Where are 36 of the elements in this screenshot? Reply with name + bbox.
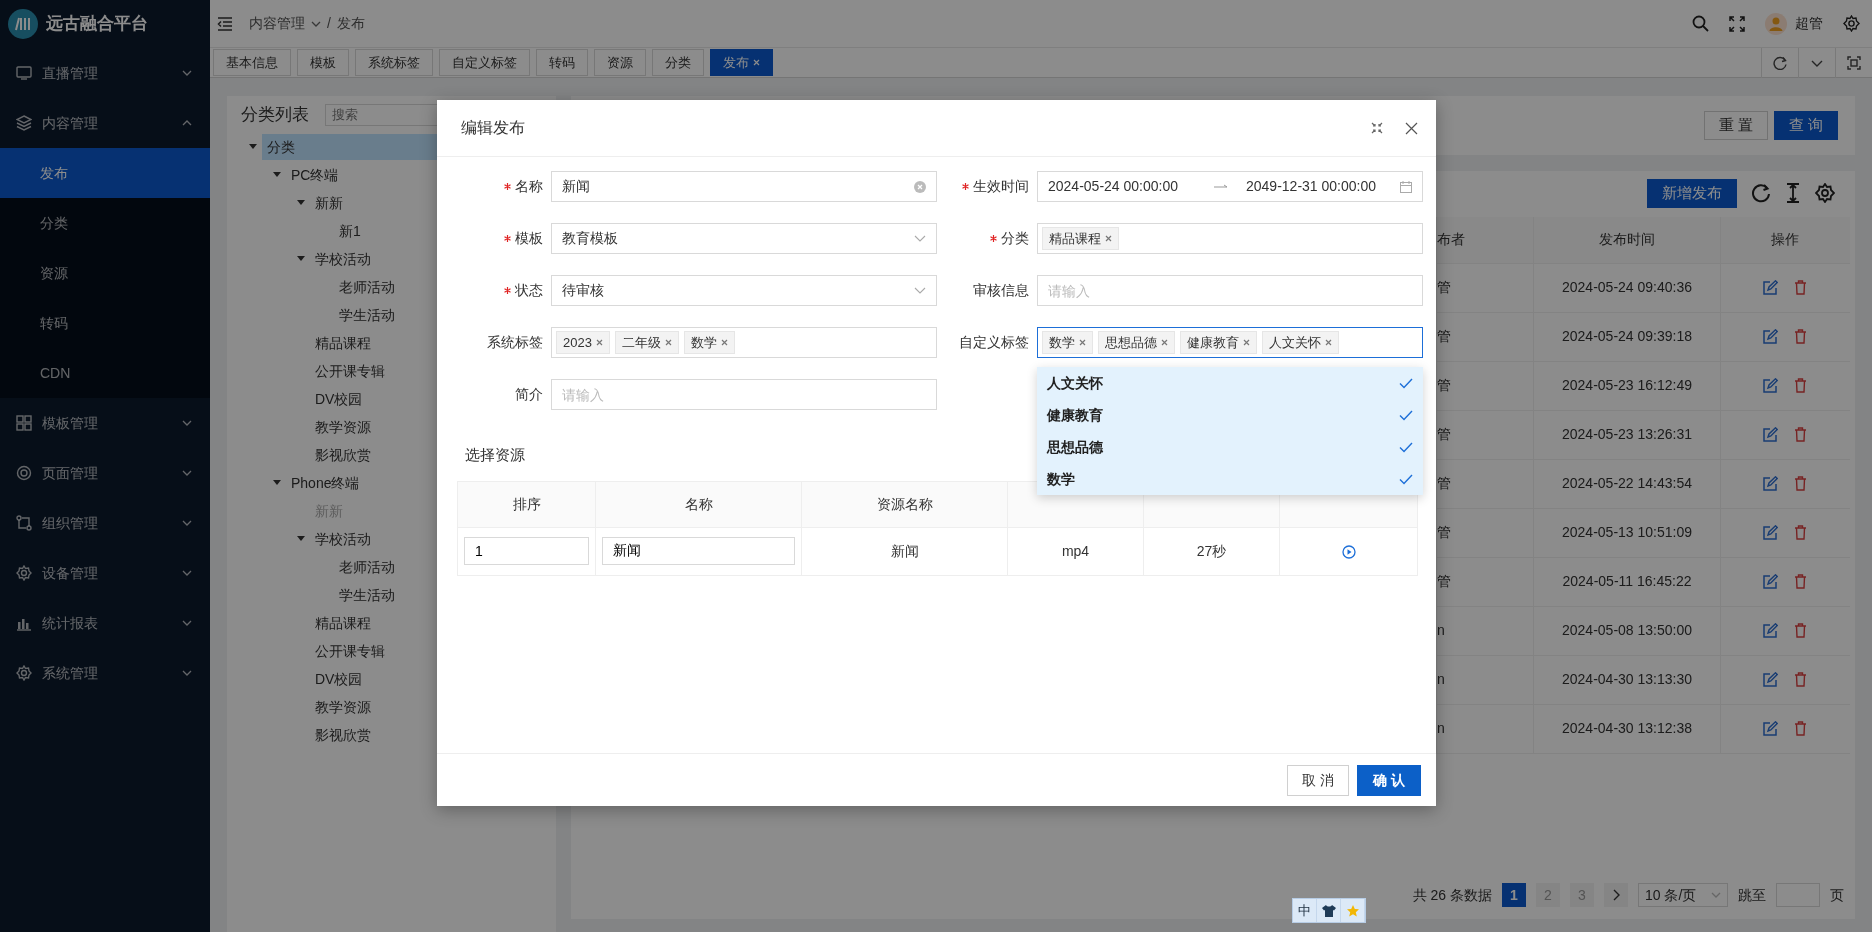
panel-title: 分类列表 [241,103,309,126]
table-cell: 2024-05-24 09:39:18 [1533,312,1721,361]
breadcrumb-current: 发布 [336,14,365,33]
table-cell: 2024-05-23 16:12:49 [1533,361,1721,410]
table-cell: 2024-05-08 13:50:00 [1533,606,1721,655]
field-label: 状态 [515,281,543,300]
table-cell: 2024-04-30 13:13:30 [1533,655,1721,704]
table-cell: 2024-05-24 09:40:36 [1533,263,1721,312]
column-header: 操作 [1720,217,1850,263]
breadcrumb-separator: / [327,14,331,33]
field-label: 简介 [515,385,543,404]
field-label: 系统标签 [487,333,543,352]
table-cell: 2024-04-30 13:12:38 [1533,704,1721,753]
app-title: 远古融合平台 [46,13,148,36]
column-header: 发布时间 [1533,217,1721,263]
table-cell: 27秒 [1143,527,1280,575]
column-header: 资源名称 [801,481,1008,527]
field-label: 审核信息 [973,281,1029,300]
page-label: 页 [1830,885,1844,905]
field-label: 自定义标签 [959,333,1029,352]
total-count: 共 26 条数据 [1412,885,1492,905]
column-header: 布者 [1436,217,1534,263]
jump-label: 跳至 [1738,885,1766,905]
field-label: 分类 [1001,229,1029,248]
section-title: 选择资源 [465,445,525,465]
table-cell: 2024-05-23 13:26:31 [1533,410,1721,459]
field-label: 名称 [515,177,543,196]
column-header: 名称 [595,481,802,527]
table-cell: 2024-05-11 16:45:22 [1533,557,1721,606]
table-cell: mp4 [1007,527,1144,575]
field-label: 模板 [515,229,543,248]
table-cell: 2024-05-13 10:51:09 [1533,508,1721,557]
table-cell: 2024-05-22 14:43:54 [1533,459,1721,508]
table-cell: 新闻 [801,527,1008,575]
field-label: 生效时间 [973,177,1029,196]
column-header: 排序 [457,481,596,527]
